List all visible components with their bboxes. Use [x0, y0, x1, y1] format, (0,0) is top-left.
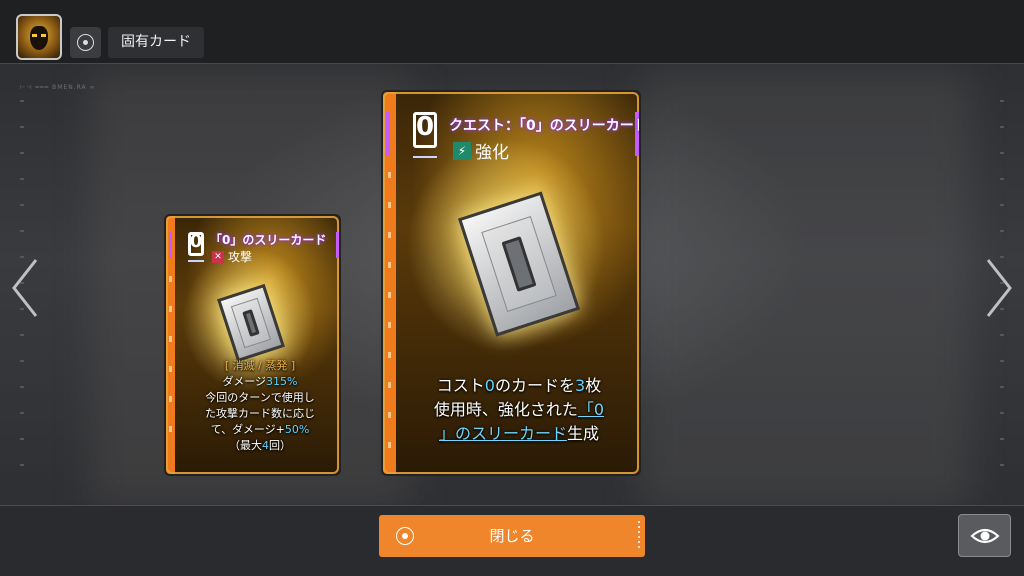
desc-text: ダメージ [222, 375, 266, 388]
card-cost: 0 [189, 231, 203, 252]
desc-line-1: コスト0のカードを3枚 [401, 374, 637, 398]
card-small[interactable]: 0 「0」のスリーカード ✕ 攻撃 [ 消滅 / 蒸発 ] ダメージ315% 今… [164, 214, 341, 476]
crossed-swords-icon: ✕ [212, 250, 224, 263]
desc-card-link[interactable]: 「0 [578, 400, 604, 419]
desc-line-4: て、ダメージ+50% [180, 422, 339, 438]
hud-decoration: ⊢⊣ ═══ BMEN.RA ∞ [20, 84, 96, 91]
card-large[interactable]: 0 クエスト：「0」のスリーカード ⚡ 強化 コスト0のカードを3枚 使用時、強… [381, 90, 641, 476]
name-bar-left [169, 232, 172, 258]
avatar-eye-left [32, 34, 37, 37]
desc-line-3: た攻撃カード数に応じ [205, 407, 315, 420]
desc-line-2: 今回のターンで使用し [205, 391, 315, 404]
cost-underline [188, 260, 204, 262]
desc-text: て、ダメージ+ [210, 423, 285, 436]
close-button-label: 閉じる [489, 527, 535, 545]
view-toggle-button[interactable] [958, 514, 1011, 557]
avatar-eye-right [41, 34, 46, 37]
card-name: クエスト：「0」のスリーカード [449, 118, 641, 134]
character-avatar[interactable] [16, 14, 62, 60]
desc-tag: [ 消滅 / 蒸発 ] [224, 359, 296, 372]
desc-text: のカードを [494, 376, 575, 395]
previous-arrow-button[interactable] [8, 256, 42, 320]
desc-text: コスト [436, 376, 485, 395]
chevron-left-icon [12, 259, 38, 317]
name-bar-right [336, 232, 339, 258]
card-description: [ 消滅 / 蒸発 ] ダメージ315% 今回のターンで使用し た攻撃カード数に… [180, 358, 339, 454]
desc-text: 生成 [567, 424, 600, 443]
avatar-mask-icon [30, 26, 48, 50]
target-button[interactable] [70, 27, 101, 58]
strip-pattern [388, 172, 391, 462]
card-cost: 0 [415, 112, 435, 142]
close-button-edge [638, 521, 640, 551]
desc-line-5: （最大4回） [180, 438, 339, 454]
desc-value: 0 [484, 376, 495, 395]
desc-card-link[interactable]: 」のスリーカード [439, 424, 567, 443]
card-description: コスト0のカードを3枚 使用時、強化された「0 」のスリーカード生成 [401, 374, 637, 446]
cost-underline [413, 156, 437, 158]
eye-icon [970, 528, 1000, 544]
desc-value: 3 [575, 376, 586, 395]
desc-text: 枚 [585, 376, 602, 395]
card-type-label: 強化 [475, 143, 509, 163]
desc-line-1: ダメージ315% [180, 374, 339, 390]
lightning-icon: ⚡ [453, 141, 471, 160]
card-type: ✕ 攻撃 [212, 248, 252, 265]
card-name: 「0」のスリーカード [210, 233, 327, 247]
desc-text: 使用時、強化された [433, 400, 578, 419]
background-blur-right [640, 70, 970, 510]
close-button[interactable]: 閉じる [379, 515, 645, 557]
strip-pattern [169, 276, 172, 456]
desc-text: （最大 [229, 439, 262, 452]
desc-value: 315% [266, 375, 298, 388]
close-dot-icon [402, 533, 408, 539]
next-arrow-button[interactable] [982, 256, 1016, 320]
name-bar-left [386, 112, 390, 156]
page-title: 固有カード [108, 27, 204, 58]
chevron-right-icon [986, 259, 1012, 317]
desc-line-3: 」のスリーカード生成 [401, 422, 637, 446]
target-icon-dot [83, 40, 88, 45]
card-type-label: 攻撃 [228, 250, 253, 264]
desc-value: 4 [262, 439, 269, 452]
card-type: ⚡ 強化 [453, 138, 509, 163]
desc-text: 回） [269, 439, 291, 452]
desc-value: 50% [284, 423, 310, 436]
desc-line-2: 使用時、強化された「0 [401, 398, 637, 422]
